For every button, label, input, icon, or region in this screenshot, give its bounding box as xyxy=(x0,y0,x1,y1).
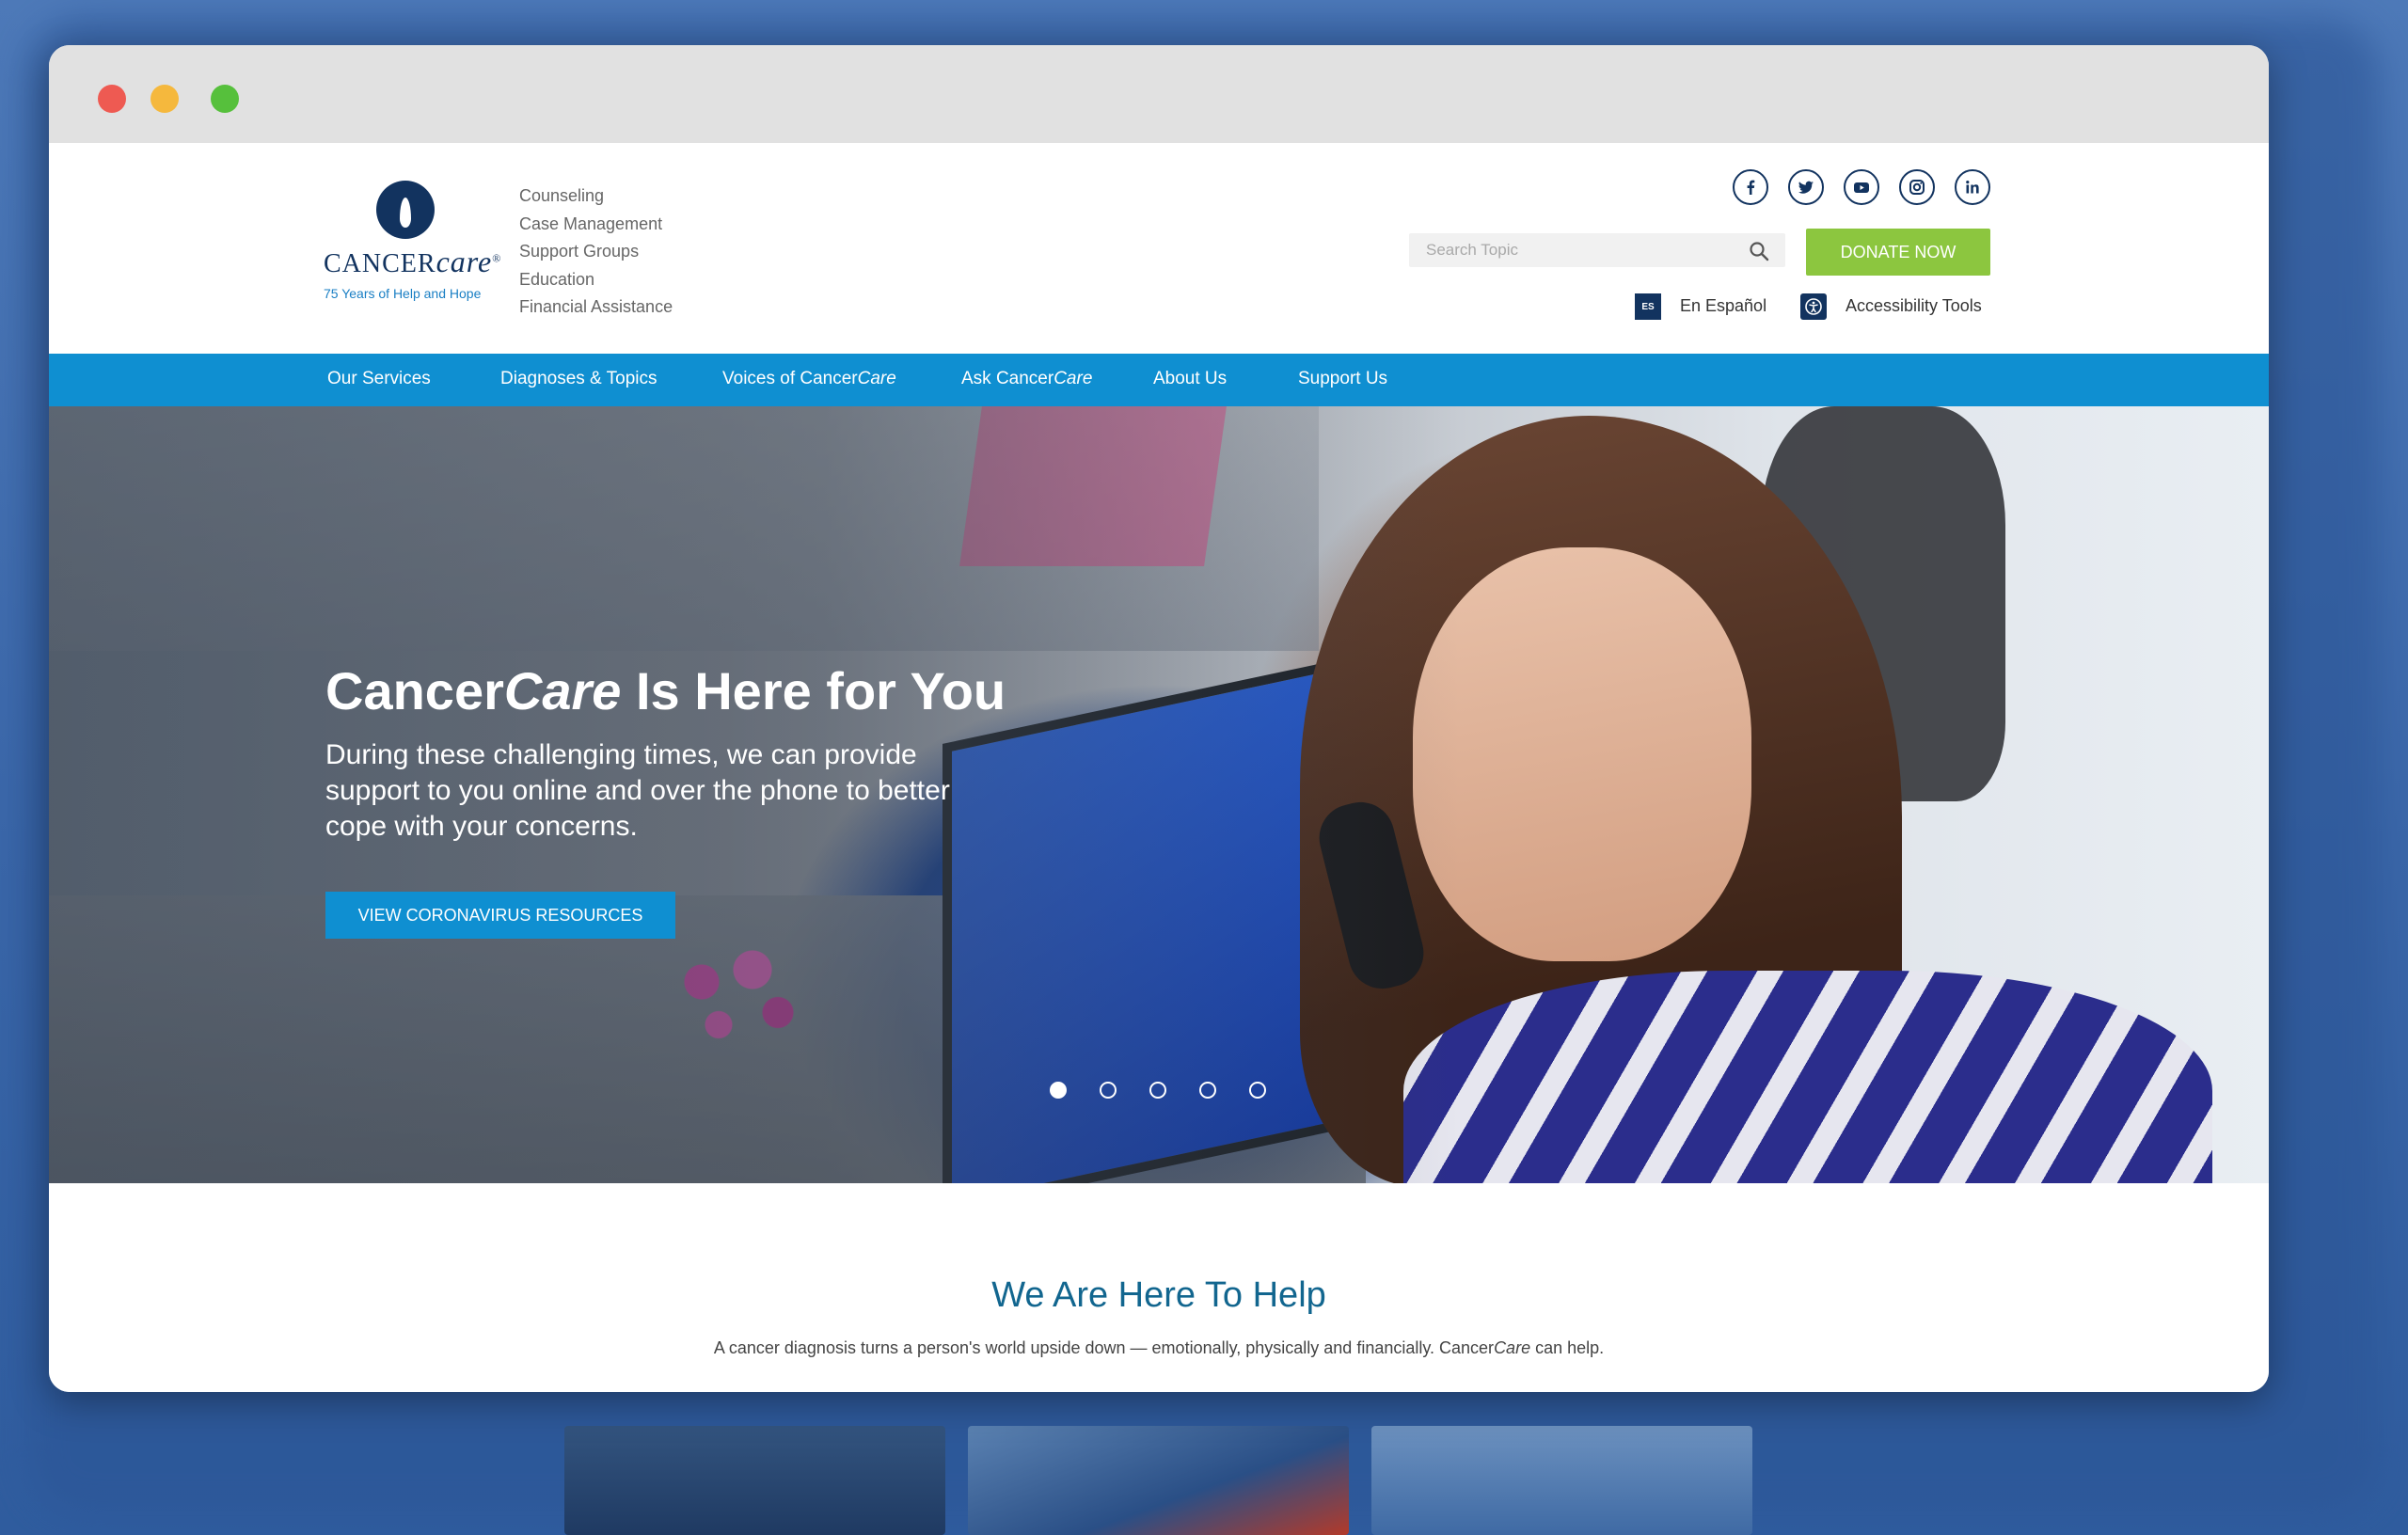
logo-tagline: 75 Years of Help and Hope xyxy=(324,286,482,301)
nav-item-diagnoses-topics[interactable]: Diagnoses & Topics xyxy=(500,369,657,389)
nav-item-ask-cancercare[interactable]: Ask CancerCare xyxy=(961,369,1092,389)
help-text: A cancer diagnosis turns a person's worl… xyxy=(713,1338,1605,1357)
nav-item-about-us[interactable]: About Us xyxy=(1153,369,1227,389)
below-fold-cards xyxy=(0,1392,2408,1535)
view-coronavirus-resources-button[interactable]: VIEW CORONAVIRUS RESOURCES xyxy=(325,892,675,939)
carousel-dot[interactable] xyxy=(1100,1082,1117,1099)
logo-wordmark: CANCERcare® xyxy=(324,245,502,278)
cancercare-logo[interactable]: CANCERcare® 75 Years of Help and Hope xyxy=(324,181,502,312)
accessibility-tools-link[interactable]: Accessibility Tools xyxy=(1846,296,1982,316)
spanish-flag-icon[interactable]: ES xyxy=(1635,293,1661,320)
service-link[interactable]: Education xyxy=(519,266,673,294)
help-section: We Are Here To Help A cancer diagnosis t… xyxy=(49,1183,2269,1392)
minimize-window-button[interactable] xyxy=(150,85,179,113)
services-list: Counseling Case Management Support Group… xyxy=(519,182,673,322)
hero-carousel: CancerCare Is Here for You During these … xyxy=(49,406,2269,1183)
nav-item-voices[interactable]: Voices of CancerCare xyxy=(722,369,896,389)
help-title: We Are Here To Help xyxy=(991,1275,1326,1315)
spanish-link[interactable]: En Español xyxy=(1680,296,1766,316)
hero-image-shirt xyxy=(1403,971,2212,1183)
carousel-dot[interactable] xyxy=(1050,1082,1067,1099)
carousel-dot[interactable] xyxy=(1199,1082,1216,1099)
youtube-icon[interactable] xyxy=(1844,169,1879,205)
below-fold-card xyxy=(1371,1426,1752,1535)
carousel-dot[interactable] xyxy=(1249,1082,1266,1099)
title-bar xyxy=(49,45,2269,143)
linkedin-icon[interactable] xyxy=(1955,169,1990,205)
accessibility-icon[interactable] xyxy=(1800,293,1827,320)
browser-window: CANCERcare® 75 Years of Help and Hope Co… xyxy=(49,45,2269,1392)
below-fold-card xyxy=(564,1426,945,1535)
search-icon[interactable] xyxy=(1748,240,1770,262)
twitter-icon[interactable] xyxy=(1788,169,1824,205)
site-header: CANCERcare® 75 Years of Help and Hope Co… xyxy=(49,143,2269,354)
carousel-dot[interactable] xyxy=(1149,1082,1166,1099)
donate-now-button[interactable]: DONATE NOW xyxy=(1806,229,1990,276)
facebook-icon[interactable] xyxy=(1733,169,1768,205)
below-fold-card xyxy=(968,1426,1349,1535)
instagram-icon[interactable] xyxy=(1899,169,1935,205)
maximize-window-button[interactable] xyxy=(211,85,239,113)
hero-title: CancerCare Is Here for You xyxy=(325,661,1006,720)
main-nav: Our Services Diagnoses & Topics Voices o… xyxy=(49,354,2269,406)
hero-subtitle: During these challenging times, we can p… xyxy=(325,739,950,842)
search-input[interactable] xyxy=(1409,233,1785,267)
service-link[interactable]: Support Groups xyxy=(519,238,673,266)
hero-image-face xyxy=(1413,547,1751,961)
service-link[interactable]: Case Management xyxy=(519,211,673,239)
nav-item-support-us[interactable]: Support Us xyxy=(1298,369,1387,389)
nav-item-our-services[interactable]: Our Services xyxy=(327,369,431,389)
service-link[interactable]: Counseling xyxy=(519,182,673,211)
service-link[interactable]: Financial Assistance xyxy=(519,293,673,322)
close-window-button[interactable] xyxy=(98,85,126,113)
